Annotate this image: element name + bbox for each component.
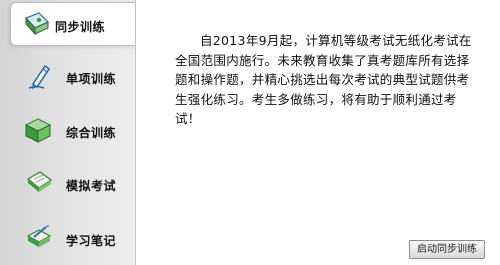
sync-practice-icon (24, 12, 50, 36)
start-sync-practice-button[interactable]: 启动同步训练 (409, 240, 485, 259)
sidebar-item-comprehensive-practice[interactable]: 综合训练 (0, 105, 135, 155)
cube-icon (24, 118, 52, 143)
sidebar-nav: 同步训练 单项训练 综合训练 模拟考试 学习笔记 (0, 0, 136, 265)
sidebar-item-mock-exam[interactable]: 模拟考试 (0, 158, 135, 208)
exam-paper-icon (26, 171, 53, 192)
practice-description: 自2013年9月起，计算机等级考试无纸化考试在全国范围内施行。未来教育收集了真考… (175, 33, 472, 126)
sidebar-item-label: 模拟考试 (66, 179, 117, 193)
pen-icon (28, 64, 51, 89)
notebook-pen-icon (26, 225, 52, 247)
sidebar-item-label: 同步训练 (55, 20, 106, 34)
sidebar-item-sync-practice[interactable]: 同步训练 (10, 2, 135, 46)
sidebar-item-single-practice[interactable]: 单项训练 (0, 52, 135, 102)
sidebar-item-study-notes[interactable]: 学习笔记 (0, 212, 135, 262)
sidebar-item-label: 学习笔记 (66, 234, 117, 248)
sidebar-item-label: 综合训练 (66, 126, 117, 140)
sidebar-item-label: 单项训练 (66, 72, 117, 86)
